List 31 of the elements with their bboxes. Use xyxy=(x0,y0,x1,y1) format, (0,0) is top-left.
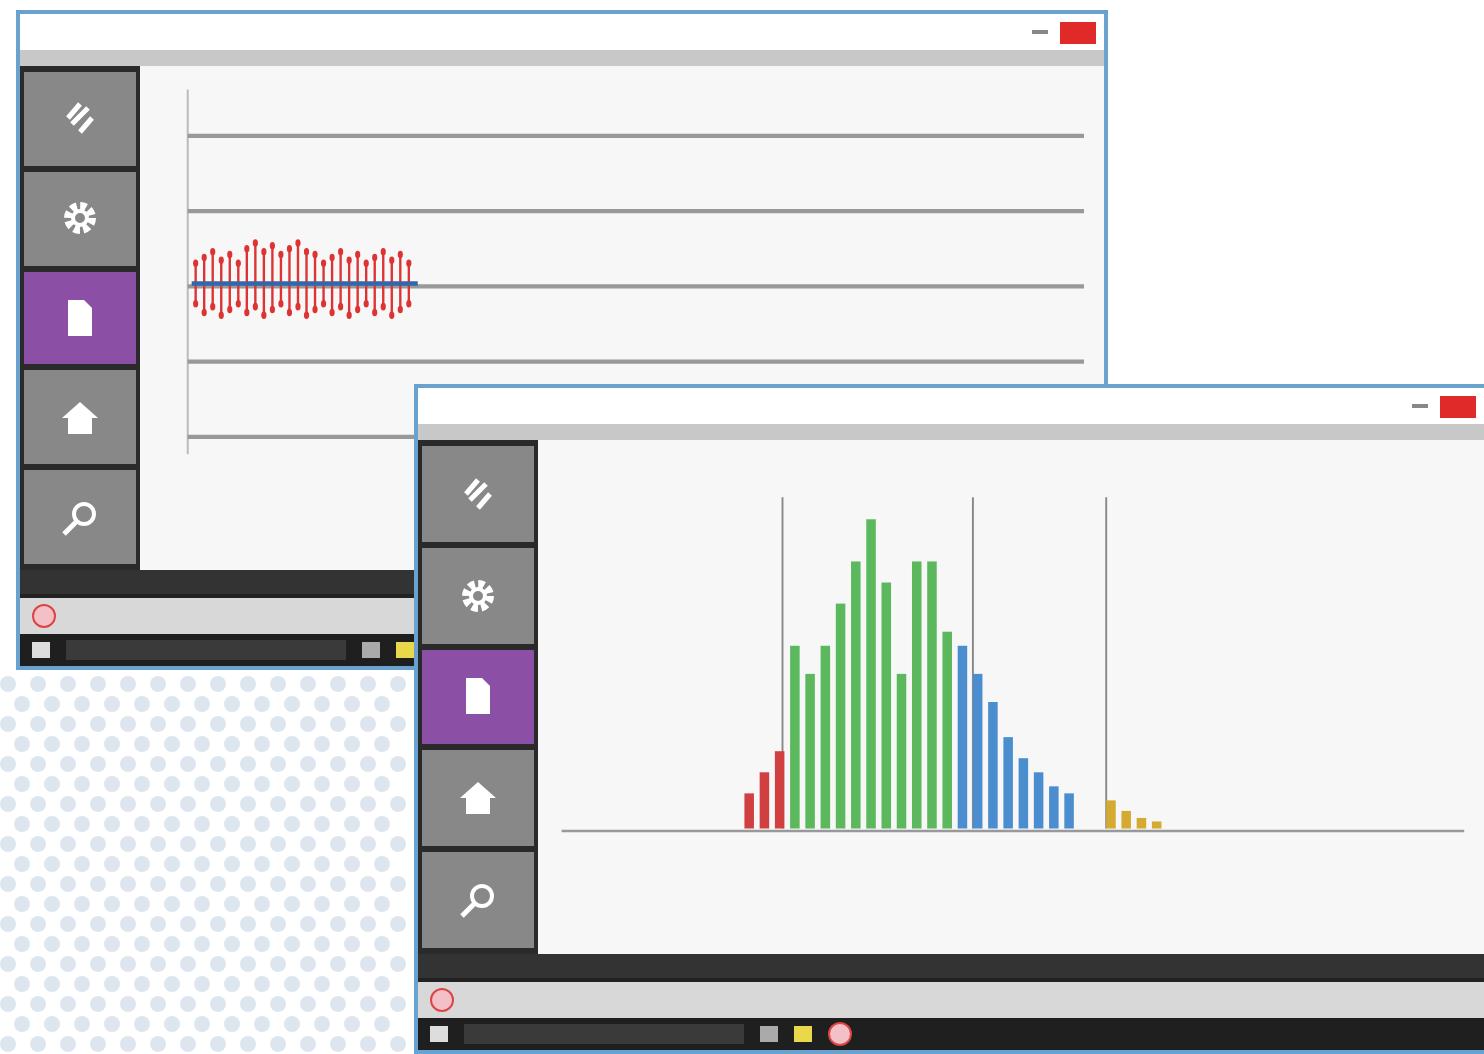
document-icon xyxy=(462,676,494,717)
start-icon[interactable] xyxy=(430,1026,448,1042)
sidebar-item[interactable] xyxy=(422,649,534,745)
settings-icon xyxy=(458,575,498,616)
histogram-bar xyxy=(1018,758,1029,829)
sidebar-item[interactable] xyxy=(24,271,136,365)
histogram-bar xyxy=(1003,737,1013,829)
settings-icon xyxy=(60,198,100,239)
search-icon xyxy=(60,497,100,538)
home-icon xyxy=(60,397,100,438)
histogram-bar xyxy=(774,751,785,829)
error-bar xyxy=(406,259,412,308)
document-icon xyxy=(64,297,96,338)
histogram-bar xyxy=(1106,800,1116,829)
app-icon[interactable] xyxy=(828,1022,852,1046)
home-icon xyxy=(458,778,498,819)
search-icon xyxy=(458,880,498,921)
histogram-bar xyxy=(1151,821,1162,829)
histogram-bar xyxy=(744,793,754,829)
start-icon[interactable] xyxy=(32,642,50,658)
histogram-bar xyxy=(1121,810,1131,829)
search-field[interactable] xyxy=(66,640,346,660)
histogram-bar xyxy=(1136,817,1147,829)
search-field[interactable] xyxy=(464,1024,744,1044)
histogram-bar xyxy=(1033,772,1044,829)
histogram-bar xyxy=(1064,793,1074,829)
histogram-bar xyxy=(988,702,998,829)
histogram-bar xyxy=(1049,786,1059,829)
close-button[interactable] xyxy=(1060,21,1096,43)
histogram-bar xyxy=(759,772,770,829)
close-button[interactable] xyxy=(1440,395,1476,417)
